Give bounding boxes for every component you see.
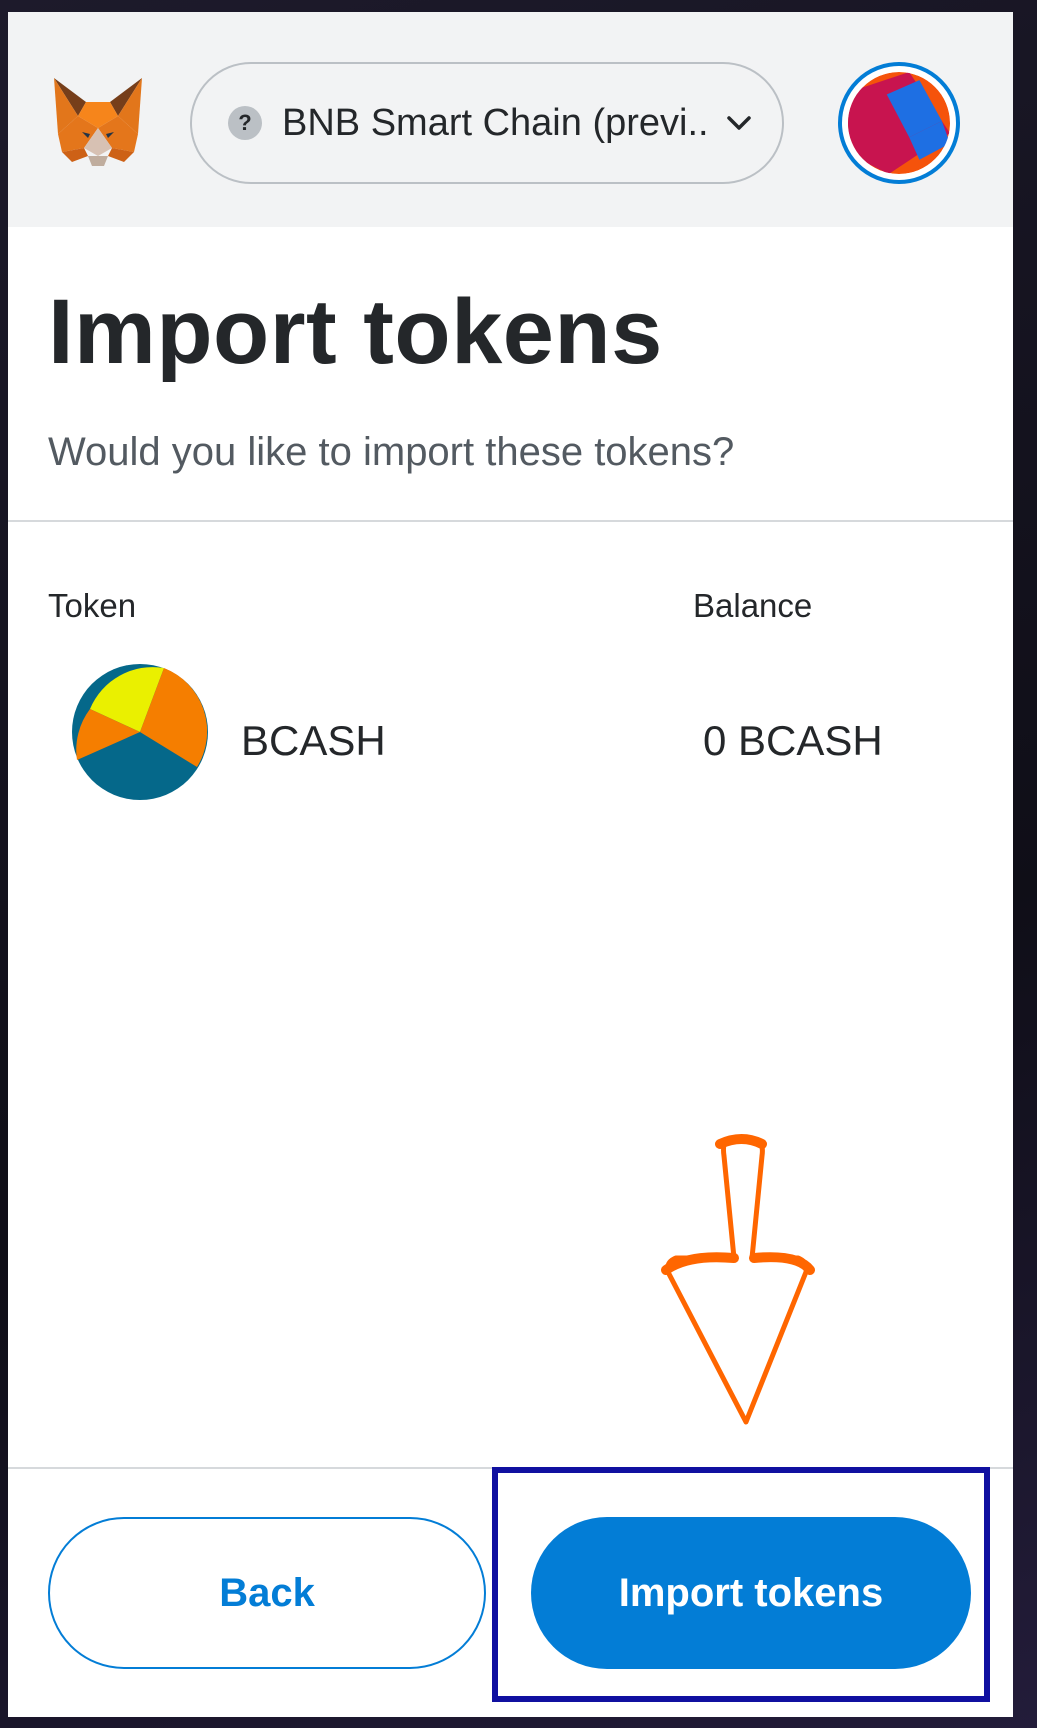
column-header-token: Token	[48, 587, 137, 624]
network-selector[interactable]: ? BNB Smart Chain (previ...	[190, 62, 784, 184]
token-pie-icon	[72, 664, 208, 800]
network-label: BNB Smart Chain (previ...	[282, 101, 712, 144]
import-tokens-button[interactable]: Import tokens	[531, 1517, 971, 1669]
account-menu-button[interactable]	[838, 62, 960, 184]
annotation-arrow-down-icon	[661, 1134, 815, 1425]
account-identicon	[848, 72, 950, 174]
back-button[interactable]: Back	[48, 1517, 486, 1669]
token-symbol: BCASH	[241, 717, 386, 764]
column-header-balance: Balance	[693, 587, 813, 624]
question-mark-icon: ?	[228, 106, 262, 140]
metamask-fox-icon[interactable]	[48, 72, 148, 172]
page-subtitle: Would you like to import these tokens?	[48, 430, 735, 474]
chevron-down-icon	[727, 116, 751, 130]
divider	[8, 520, 1013, 522]
metamask-popup: ? BNB Smart Chain (previ... Import token…	[8, 12, 1013, 1717]
token-balance: 0 BCASH	[703, 717, 883, 764]
page-title: Import tokens	[48, 281, 663, 383]
app-header: ? BNB Smart Chain (previ...	[8, 12, 1013, 227]
